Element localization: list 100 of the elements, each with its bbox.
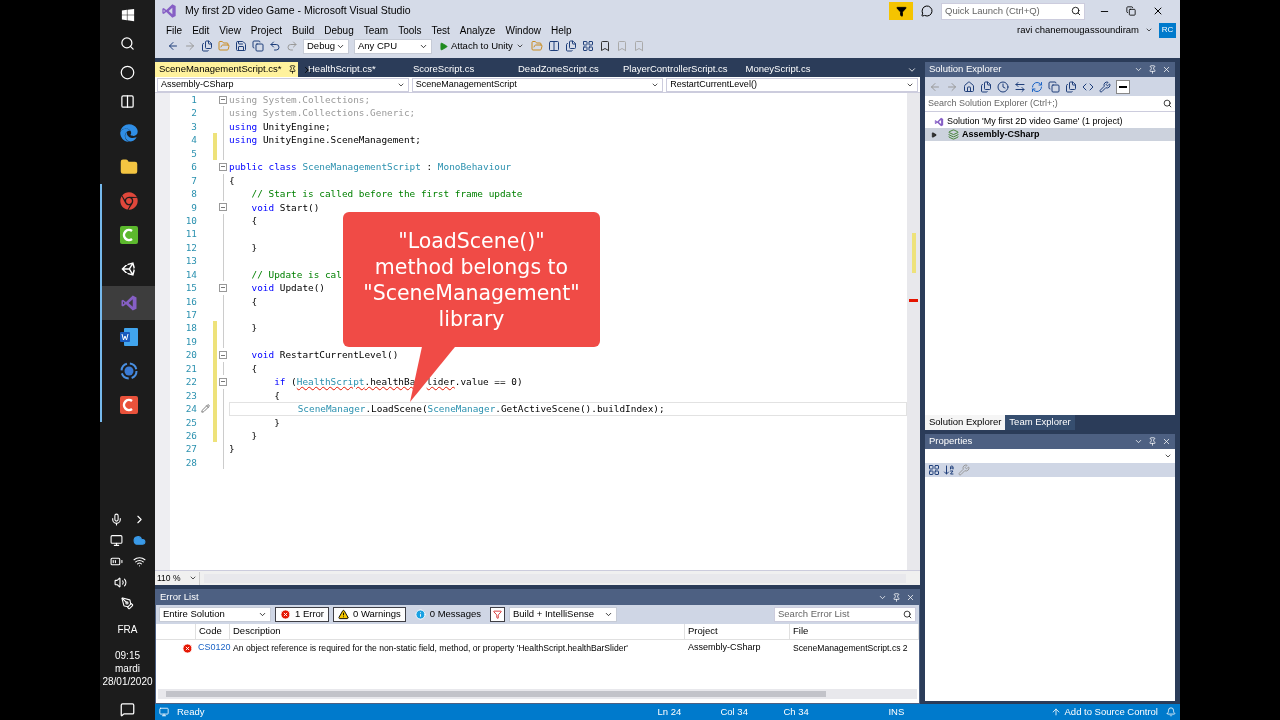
- run-button[interactable]: Attach to Unity: [437, 38, 526, 54]
- menu-item[interactable]: Project: [245, 22, 287, 38]
- sort-icon[interactable]: [943, 464, 955, 476]
- display-icon[interactable]: [109, 534, 123, 547]
- zoom-dropdown[interactable]: 110 %: [155, 571, 200, 585]
- search-icon[interactable]: [120, 36, 135, 51]
- panel-tab[interactable]: Solution Explorer: [925, 415, 1006, 430]
- pen-icon[interactable]: [121, 597, 134, 610]
- filter-toggle[interactable]: 1 Error: [275, 607, 330, 622]
- refresh-icon[interactable]: [1031, 80, 1043, 93]
- clock-time[interactable]: 09:15: [115, 649, 140, 662]
- feedback-button[interactable]: [889, 2, 913, 20]
- wifi-icon[interactable]: [132, 555, 146, 568]
- dropdown-icon[interactable]: [1134, 65, 1143, 74]
- preview-toggle[interactable]: [1116, 79, 1130, 94]
- circle-icon[interactable]: [120, 65, 135, 80]
- configuration-dropdown[interactable]: Debug: [303, 38, 349, 54]
- panel-tab[interactable]: Team Explorer: [1005, 415, 1075, 430]
- back-icon[interactable]: [167, 40, 179, 52]
- notification-icon[interactable]: [120, 702, 135, 717]
- bookmark-icon[interactable]: [598, 40, 611, 52]
- navigation-dropdown[interactable]: RestartCurrentLevel(): [666, 77, 918, 92]
- source-dropdown[interactable]: Build + IntelliSense: [509, 607, 617, 622]
- table-cell[interactable]: SceneManagementScript.cs 2: [790, 641, 911, 655]
- collapse-toggle[interactable]: [219, 95, 227, 104]
- language-indicator[interactable]: FRA: [117, 622, 138, 637]
- save-icon[interactable]: [235, 40, 247, 52]
- table-cell[interactable]: An object reference is required for the non-static field, method, or property 'HealthScript.healthBarSlider': [230, 641, 685, 655]
- upload-icon[interactable]: [1050, 707, 1061, 717]
- microphone-icon[interactable]: [109, 513, 123, 526]
- menu-item[interactable]: File: [161, 22, 188, 38]
- editor-tab[interactable]: HealthScript.cs*: [298, 62, 403, 77]
- menu-item[interactable]: Team: [358, 22, 394, 38]
- clock-icon[interactable]: [997, 80, 1009, 93]
- column-header[interactable]: File: [790, 624, 919, 639]
- dropdown-icon[interactable]: [1134, 437, 1143, 446]
- menu-item[interactable]: Build: [287, 22, 320, 38]
- tree-item[interactable]: Assembly-CSharp: [925, 128, 1175, 141]
- collapse-toggle[interactable]: [219, 162, 227, 171]
- expander-icon[interactable]: [931, 131, 937, 138]
- menu-item[interactable]: Test: [426, 22, 455, 38]
- clear-filter-button[interactable]: [490, 607, 505, 622]
- volume-icon[interactable]: [114, 576, 127, 589]
- menu-item[interactable]: Edit: [187, 22, 215, 38]
- cloud-icon[interactable]: [132, 534, 146, 547]
- pin-icon[interactable]: [287, 64, 297, 74]
- editor-tab[interactable]: DeadZoneScript.cs: [508, 62, 613, 77]
- filter-toggle[interactable]: 0 Warnings: [333, 607, 406, 622]
- scope-dropdown[interactable]: Entire Solution: [159, 607, 271, 622]
- dropdown-icon[interactable]: [878, 593, 887, 602]
- collapse-toggle[interactable]: [219, 283, 227, 292]
- column-header[interactable]: Code: [196, 624, 230, 639]
- clock-date[interactable]: 28/01/2020: [102, 675, 153, 688]
- editor-tab[interactable]: MoneyScript.cs: [735, 62, 841, 77]
- collapse-toggle[interactable]: [219, 377, 227, 386]
- start-icon[interactable]: [120, 7, 135, 22]
- table-cell[interactable]: Assembly-CSharp: [685, 641, 790, 655]
- task-view-icon[interactable]: [120, 94, 135, 109]
- search-field[interactable]: Search Error List: [774, 607, 916, 622]
- undo-icon[interactable]: [269, 40, 281, 52]
- collapse-icon[interactable]: [1048, 80, 1060, 93]
- menu-item[interactable]: Window: [500, 22, 546, 38]
- menu-item[interactable]: View: [214, 22, 246, 38]
- navigation-dropdown[interactable]: SceneManagementScript: [411, 77, 664, 92]
- account-name[interactable]: ravi chanemougassoundiram: [1017, 22, 1139, 38]
- sync-icon[interactable]: [1014, 80, 1026, 93]
- collapse-toggle[interactable]: [219, 351, 227, 360]
- column-header[interactable]: Description: [230, 624, 685, 639]
- categorized-icon[interactable]: [928, 464, 940, 476]
- files-icon[interactable]: [1065, 80, 1077, 93]
- vertical-scrollbar[interactable]: [907, 93, 920, 570]
- files-icon[interactable]: [980, 80, 992, 93]
- clock-day[interactable]: mardi: [115, 662, 140, 675]
- wrench-icon[interactable]: [1099, 80, 1111, 93]
- navigation-dropdown[interactable]: Assembly-CSharp: [157, 77, 409, 92]
- tree-item[interactable]: Solution 'My first 2D video Game' (1 project): [925, 115, 1175, 128]
- layout-icon[interactable]: [547, 40, 560, 52]
- search-field[interactable]: Search Solution Explorer (Ctrl+;): [925, 96, 1175, 112]
- platform-dropdown[interactable]: Any CPU: [354, 38, 432, 54]
- pin-icon[interactable]: [1148, 65, 1157, 74]
- save-all-icon[interactable]: [252, 40, 264, 52]
- source-control-button[interactable]: Add to Source Control: [1064, 704, 1158, 720]
- pin-icon[interactable]: [892, 593, 901, 602]
- editor-tab[interactable]: ScoreScript.cs: [403, 62, 508, 77]
- menu-item[interactable]: Analyze: [454, 22, 501, 38]
- grid-icon[interactable]: [581, 40, 594, 52]
- home-icon[interactable]: [963, 80, 975, 93]
- editor-tab[interactable]: PlayerControllerScript.cs: [613, 62, 736, 77]
- column-header[interactable]: Project: [685, 624, 790, 639]
- horizontal-scrollbar[interactable]: [158, 689, 917, 699]
- menu-item[interactable]: Help: [546, 22, 577, 38]
- menu-item[interactable]: Debug: [319, 22, 359, 38]
- filter-toggle[interactable]: 0 Messages: [409, 607, 486, 622]
- close-icon[interactable]: [1152, 5, 1164, 17]
- dropdown-icon[interactable]: [1145, 26, 1153, 34]
- battery-icon[interactable]: [109, 555, 123, 568]
- account-avatar[interactable]: RC: [1159, 22, 1176, 38]
- restore-icon[interactable]: [1126, 6, 1136, 16]
- table-cell[interactable]: CS0120: [196, 641, 230, 655]
- quick-launch-field[interactable]: Quick Launch (Ctrl+Q): [941, 2, 1085, 20]
